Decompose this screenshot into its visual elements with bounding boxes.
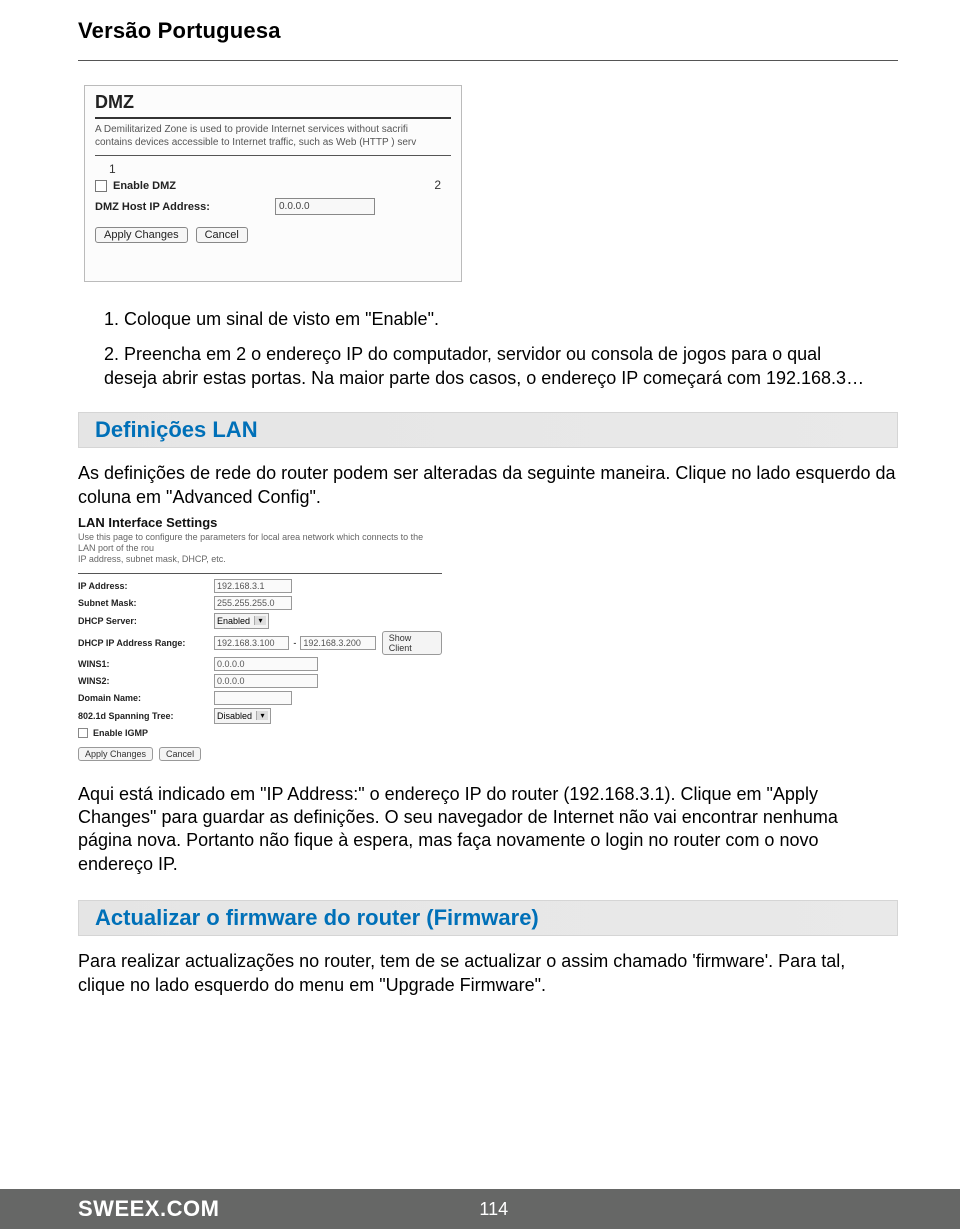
dhcp-server-label: DHCP Server: <box>78 616 214 626</box>
wins2-input[interactable]: 0.0.0.0 <box>214 674 318 688</box>
title-divider <box>78 60 898 61</box>
chevron-down-icon: ▾ <box>254 616 266 625</box>
dmz-description: A Demilitarized Zone is used to provide … <box>85 123 461 149</box>
dhcp-range-from-input[interactable]: 192.168.3.100 <box>214 636 289 650</box>
page-title: Versão Portuguesa <box>78 18 898 44</box>
lan-panel: LAN Interface Settings Use this page to … <box>78 513 442 761</box>
subnet-mask-label: Subnet Mask: <box>78 598 214 608</box>
ip-address-input[interactable]: 192.168.3.1 <box>214 579 292 593</box>
enable-dmz-checkbox[interactable] <box>95 180 107 192</box>
domain-name-label: Domain Name: <box>78 693 214 703</box>
dmz-marker-1: 1 <box>109 162 116 176</box>
subnet-mask-input[interactable]: 255.255.255.0 <box>214 596 292 610</box>
lan-divider <box>78 573 442 574</box>
dmz-panel-title: DMZ <box>85 86 461 115</box>
domain-name-input[interactable] <box>214 691 292 705</box>
lan-apply-changes-button[interactable]: Apply Changes <box>78 747 153 761</box>
dmz-panel: DMZ A Demilitarized Zone is used to prov… <box>84 85 462 282</box>
firmware-section-band: Actualizar o firmware do router (Firmwar… <box>78 900 898 936</box>
lan-description: Use this page to configure the parameter… <box>78 532 442 570</box>
lan-intro-text: As definições de rede do router podem se… <box>78 462 898 509</box>
enable-dmz-label: Enable DMZ <box>113 180 176 192</box>
apply-changes-button[interactable]: Apply Changes <box>95 227 188 243</box>
ip-address-label: IP Address: <box>78 581 214 591</box>
firmware-paragraph: Para realizar actualizações no router, t… <box>78 950 898 997</box>
dmz-host-input[interactable]: 0.0.0.0 <box>275 198 375 215</box>
spanning-tree-select[interactable]: Disabled ▾ <box>214 708 271 724</box>
dmz-host-label: DMZ Host IP Address: <box>95 201 275 213</box>
enable-igmp-label: Enable IGMP <box>93 728 148 738</box>
dmz-divider-1 <box>95 117 451 119</box>
cancel-button[interactable]: Cancel <box>196 227 248 243</box>
step-1-text: 1. Coloque um sinal de visto em "Enable"… <box>104 308 898 331</box>
wins1-input[interactable]: 0.0.0.0 <box>214 657 318 671</box>
lan-section-band: Definições LAN <box>78 412 898 448</box>
ip-address-paragraph: Aqui está indicado em "IP Address:" o en… <box>78 783 898 877</box>
spanning-tree-value: Disabled <box>217 711 252 721</box>
chevron-down-icon: ▾ <box>256 711 268 720</box>
footer-band: SWEEX.COM 114 <box>0 1189 960 1229</box>
lan-section-heading: Definições LAN <box>95 417 885 443</box>
dmz-divider-2 <box>95 155 451 156</box>
dhcp-server-value: Enabled <box>217 616 250 626</box>
lan-panel-title: LAN Interface Settings <box>78 513 442 532</box>
wins1-label: WINS1: <box>78 659 214 669</box>
wins2-label: WINS2: <box>78 676 214 686</box>
footer-page-number: 114 <box>479 1199 508 1220</box>
step-2-text: 2. Preencha em 2 o endereço IP do comput… <box>104 343 898 390</box>
spanning-tree-label: 802.1d Spanning Tree: <box>78 711 214 721</box>
show-client-button[interactable]: Show Client <box>382 631 442 655</box>
range-dash: - <box>293 638 296 648</box>
dhcp-range-label: DHCP IP Address Range: <box>78 638 214 648</box>
dmz-marker-2: 2 <box>434 178 441 192</box>
enable-igmp-checkbox[interactable] <box>78 728 88 738</box>
dhcp-range-to-input[interactable]: 192.168.3.200 <box>300 636 375 650</box>
footer-logo: SWEEX.COM <box>78 1196 219 1222</box>
lan-cancel-button[interactable]: Cancel <box>159 747 201 761</box>
dhcp-server-select[interactable]: Enabled ▾ <box>214 613 269 629</box>
firmware-section-heading: Actualizar o firmware do router (Firmwar… <box>95 905 885 931</box>
